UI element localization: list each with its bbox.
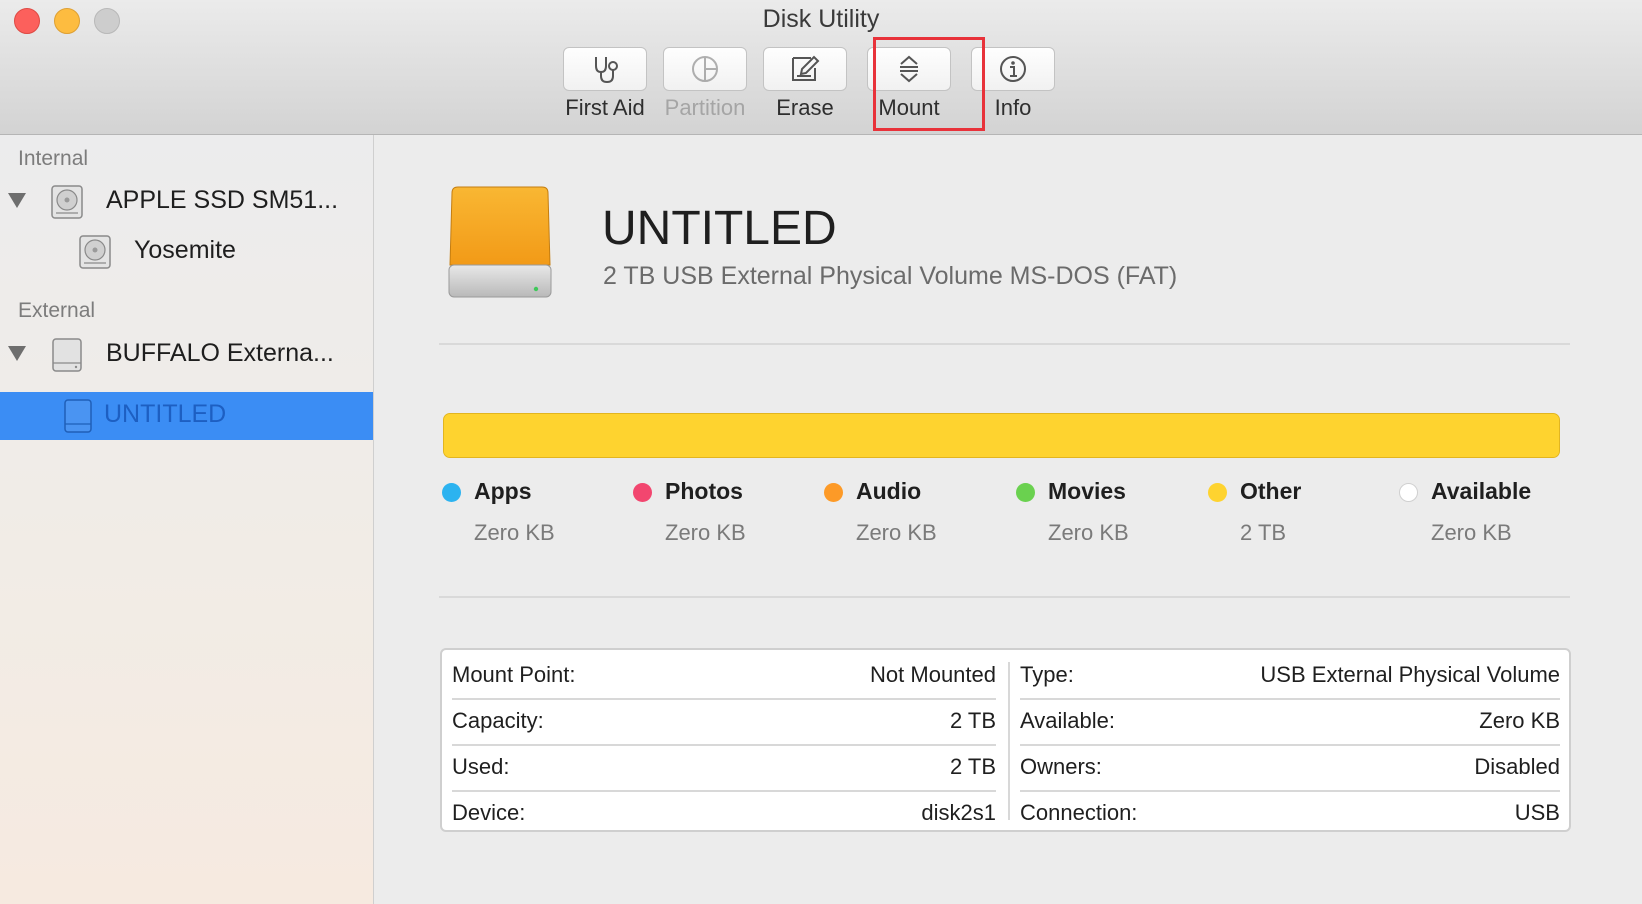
legend-label: Movies	[1048, 478, 1126, 504]
info-key: Connection:	[1020, 800, 1138, 825]
info-row-mount-point: Mount Point: Not Mounted	[452, 654, 996, 700]
first-aid-button[interactable]: First Aid	[550, 47, 660, 129]
sidebar-item-label: UNTITLED	[104, 400, 227, 428]
sidebar-item-label: Yosemite	[134, 236, 236, 264]
legend-photos-swatch	[633, 483, 652, 502]
info-column-divider	[1008, 662, 1010, 820]
divider	[439, 596, 1570, 598]
info-value: USB External Physical Volume	[1260, 662, 1560, 687]
info-right-column: Type: USB External Physical Volume Avail…	[1020, 654, 1560, 838]
legend-label: Apps	[474, 478, 532, 504]
disclosure-triangle-icon[interactable]	[8, 193, 26, 208]
legend-other-swatch	[1208, 483, 1227, 502]
info-value: Disabled	[1474, 754, 1560, 779]
info-row-owners: Owners: Disabled	[1020, 746, 1560, 792]
legend-value: Zero KB	[665, 520, 746, 545]
sidebar: Internal APPLE SSD SM51... Yosemite Exte…	[0, 135, 374, 904]
stethoscope-icon	[595, 57, 618, 84]
volume-name: UNTITLED	[602, 202, 837, 255]
usage-bar	[443, 413, 1560, 458]
internal-disk-icon	[51, 185, 83, 219]
mount-highlight-box	[873, 37, 985, 131]
legend-apps-swatch	[442, 483, 461, 502]
info-key: Used:	[452, 754, 510, 779]
erase-pencil-icon	[792, 55, 820, 81]
main-panel: UNTITLED 2 TB USB External Physical Volu…	[374, 135, 1642, 904]
legend-value: Zero KB	[474, 520, 555, 545]
legend-value: Zero KB	[856, 520, 937, 545]
info-value: disk2s1	[921, 800, 996, 825]
volume-disk-icon	[79, 235, 111, 269]
info-key: Device:	[452, 800, 526, 825]
external-volume-icon	[64, 399, 92, 433]
info-value: Zero KB	[1479, 708, 1560, 733]
partition-button[interactable]: Partition	[650, 47, 760, 129]
sidebar-item-yosemite[interactable]: Yosemite	[0, 228, 373, 276]
sidebar-item-buffalo[interactable]: BUFFALO Externa...	[0, 331, 373, 379]
legend-label: Audio	[856, 478, 922, 504]
external-section-header: External	[18, 299, 96, 322]
info-value: 2 TB	[949, 754, 996, 779]
info-key: Owners:	[1020, 754, 1102, 779]
info-key: Available:	[1020, 708, 1115, 733]
divider	[439, 343, 1570, 345]
info-row-available: Available: Zero KB	[1020, 700, 1560, 746]
info-row-used: Used: 2 TB	[452, 746, 996, 792]
partition-label: Partition	[664, 95, 746, 120]
disclosure-triangle-icon[interactable]	[8, 346, 26, 361]
info-value: Not Mounted	[870, 662, 996, 687]
erase-label: Erase	[776, 95, 834, 120]
legend-label: Available	[1431, 478, 1532, 504]
info-value: 2 TB	[949, 708, 996, 733]
first-aid-label: First Aid	[565, 95, 645, 120]
partition-pie-icon	[692, 56, 718, 82]
sidebar-item-label: APPLE SSD SM51...	[106, 186, 339, 214]
legend-label: Other	[1240, 478, 1302, 504]
info-left-column: Mount Point: Not Mounted Capacity: 2 TB …	[452, 654, 996, 838]
external-drive-large-icon	[448, 186, 552, 298]
info-value: USB	[1514, 800, 1560, 825]
legend-available-swatch	[1399, 483, 1418, 502]
info-row-connection: Connection: USB	[1020, 792, 1560, 838]
toolbar: Disk Utility First Aid Partition Erase M…	[0, 0, 1642, 135]
info-key: Mount Point:	[452, 662, 576, 687]
info-row-device: Device: disk2s1	[452, 792, 996, 838]
info-row-type: Type: USB External Physical Volume	[1020, 654, 1560, 700]
internal-section-header: Internal	[18, 147, 89, 170]
legend-value: Zero KB	[1048, 520, 1129, 545]
info-key: Type:	[1020, 662, 1074, 687]
window-title: Disk Utility	[762, 5, 880, 33]
info-row-capacity: Capacity: 2 TB	[452, 700, 996, 746]
legend-movies-swatch	[1016, 483, 1035, 502]
usage-bar-other-fill	[444, 414, 1559, 457]
sidebar-item-label: BUFFALO Externa...	[106, 339, 334, 367]
erase-button[interactable]: Erase	[750, 47, 860, 129]
sidebar-item-untitled[interactable]: UNTITLED	[0, 392, 373, 440]
external-disk-icon	[52, 338, 82, 372]
legend-label: Photos	[665, 478, 743, 504]
sidebar-item-apple-ssd[interactable]: APPLE SSD SM51...	[0, 178, 373, 226]
legend-audio-swatch	[824, 483, 843, 502]
info-table: Mount Point: Not Mounted Capacity: 2 TB …	[440, 648, 1571, 832]
volume-description: 2 TB USB External Physical Volume MS-DOS…	[603, 262, 1178, 290]
info-key: Capacity:	[452, 708, 544, 733]
info-icon	[1000, 56, 1026, 82]
legend-value: Zero KB	[1431, 520, 1512, 545]
legend-value: 2 TB	[1240, 520, 1287, 545]
